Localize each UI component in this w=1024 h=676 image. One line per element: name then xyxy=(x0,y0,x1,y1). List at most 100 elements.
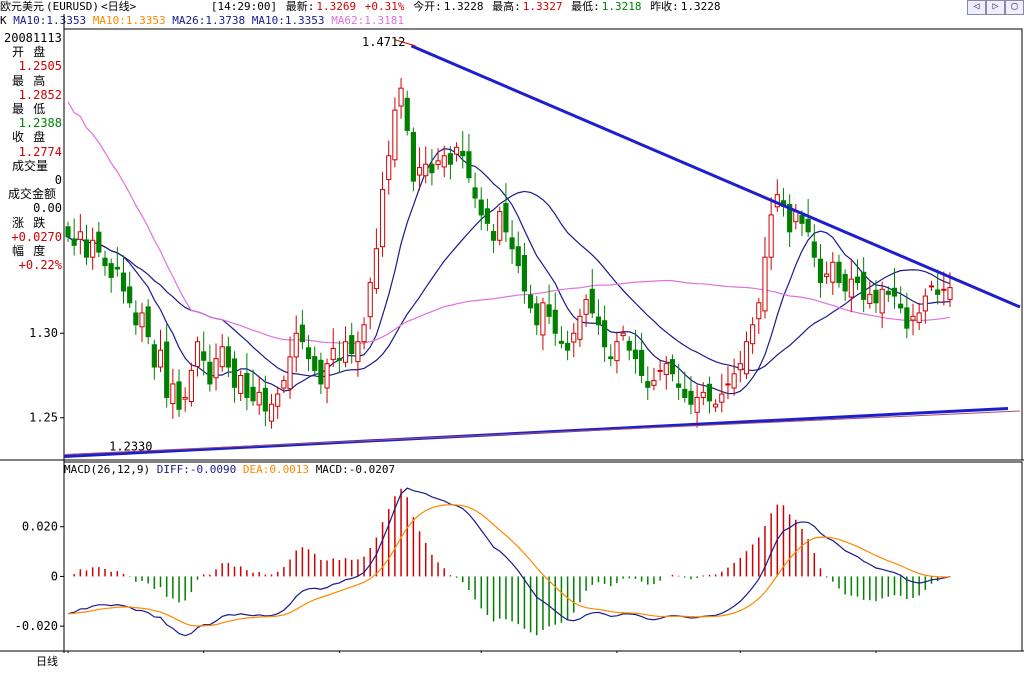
resistance-trendline xyxy=(410,44,1021,309)
change-pct: +0.31% xyxy=(364,0,405,13)
pointer-line xyxy=(395,39,416,47)
candle-body xyxy=(842,273,848,292)
open-label: 开 盘 xyxy=(12,45,47,60)
diff-line xyxy=(67,487,951,637)
symbol-name: 欧元美元 xyxy=(0,0,44,13)
candle-body xyxy=(466,151,472,179)
candle-body xyxy=(941,288,947,291)
candle-body xyxy=(219,346,225,368)
candle-body xyxy=(503,202,509,233)
latest-value: 1.3269 xyxy=(316,0,357,13)
candle-body xyxy=(151,344,157,368)
low-value: 1.2388 xyxy=(18,116,62,131)
candle-body xyxy=(713,403,719,408)
candle-body xyxy=(133,312,139,326)
candle-body xyxy=(120,272,127,292)
volume-label: 成交量 xyxy=(12,158,49,173)
candle-body xyxy=(423,163,429,177)
candle-body xyxy=(891,287,898,297)
candle-body xyxy=(836,261,842,284)
ma62-line xyxy=(67,101,951,344)
candle-body xyxy=(589,288,595,314)
candle-body xyxy=(379,189,386,248)
candle-body xyxy=(595,316,602,326)
ma26-legend: MA26:1.3738 xyxy=(172,14,246,27)
window-restore-icon[interactable]: ▢ xyxy=(1005,0,1024,15)
candle-body xyxy=(645,381,651,388)
candle-body xyxy=(947,287,953,300)
candle-body xyxy=(231,358,238,388)
candle-body xyxy=(515,246,521,267)
candle-body xyxy=(848,278,854,298)
candle-body xyxy=(780,200,787,207)
candle-body xyxy=(898,303,904,309)
period-bottom-label: 日线 xyxy=(36,655,58,668)
candle-body xyxy=(910,315,916,321)
title-bar: 欧元美元 (EURUSD) <日线> [14:29:00] 最新: 1.3269 +0… xyxy=(0,0,1024,14)
candle-body xyxy=(928,285,935,288)
candle-body xyxy=(725,383,731,386)
candle-body xyxy=(750,324,756,345)
trough-annotation: 1.2330 xyxy=(109,439,152,453)
candle-body xyxy=(497,211,503,241)
candle-body xyxy=(164,341,170,398)
candle-body xyxy=(287,356,293,390)
high-value: 1.2852 xyxy=(18,87,62,102)
candle-body xyxy=(620,332,626,337)
candle-body xyxy=(602,320,608,348)
candle-body xyxy=(639,349,645,376)
support-trendline xyxy=(63,406,1009,458)
close-value: 1.2774 xyxy=(18,144,62,159)
candle-body xyxy=(244,372,250,398)
candle-body xyxy=(324,363,330,389)
candle-body xyxy=(281,380,287,389)
candle-body xyxy=(194,341,201,367)
candle-body xyxy=(472,187,478,199)
candle-body xyxy=(108,263,114,278)
ma10c-legend: MA10:1.3353 xyxy=(251,14,325,27)
prev-arrow-icon[interactable]: ◁ xyxy=(967,0,986,15)
next-arrow-icon[interactable]: ▷ xyxy=(986,0,1005,15)
macd-ytick-label: 0.020 xyxy=(22,520,58,534)
candle-body xyxy=(170,383,176,405)
candle-body xyxy=(416,167,423,176)
amount-value: 0.00 xyxy=(33,201,62,216)
high-value: 1.3327 xyxy=(522,0,563,13)
candle-body xyxy=(768,214,774,258)
candle-body xyxy=(460,150,466,157)
candle-body xyxy=(700,391,706,398)
candle-body xyxy=(83,239,90,258)
candle-body xyxy=(756,302,762,320)
volume-value: 0 xyxy=(54,173,62,188)
candle-body xyxy=(509,237,515,250)
price-ytick-label: 1.25 xyxy=(29,411,58,425)
candle-body xyxy=(737,363,743,371)
candle-body xyxy=(336,358,342,361)
candle-body xyxy=(817,258,824,284)
candle-body xyxy=(404,97,410,131)
dea-legend: DEA:0.0013 xyxy=(242,463,310,476)
candle-body xyxy=(688,390,694,405)
candle-body xyxy=(558,340,565,344)
candle-body xyxy=(127,286,133,304)
candle-body xyxy=(904,307,910,329)
candle-body xyxy=(830,261,836,283)
amplitude-label: 幅 度 xyxy=(12,244,47,259)
candle-body xyxy=(201,351,207,361)
candle-body xyxy=(256,391,262,406)
candle-body xyxy=(669,359,676,375)
candle-body xyxy=(824,273,830,277)
candle-body xyxy=(71,238,77,246)
candle-body xyxy=(77,231,83,240)
candle-body xyxy=(484,208,490,224)
candle-body xyxy=(694,396,700,413)
macd-legend: MACD(26,12,9) DIFF:-0.0090 DEA:0.0013 MA… xyxy=(64,463,395,476)
candle-body xyxy=(435,160,441,166)
candle-body xyxy=(299,324,305,343)
candle-body xyxy=(250,386,256,402)
price-frame xyxy=(63,28,1023,461)
open-value: 1.2505 xyxy=(18,59,62,74)
macd-ytick-label: 0 xyxy=(51,569,58,583)
candle-body xyxy=(441,155,447,168)
candle-body xyxy=(682,388,688,398)
